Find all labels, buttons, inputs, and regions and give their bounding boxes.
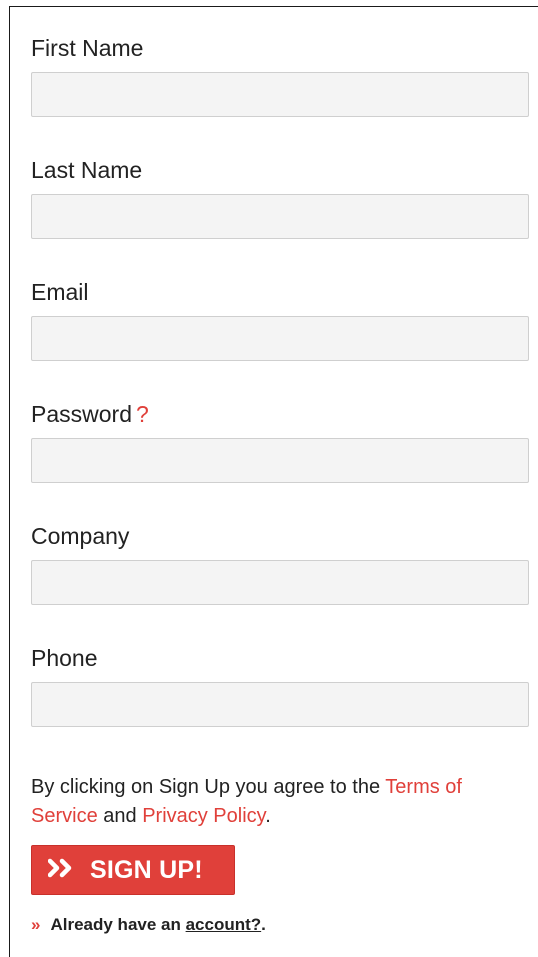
privacy-policy-link[interactable]: Privacy Policy: [142, 805, 265, 827]
login-prompt-suffix: .: [261, 915, 266, 934]
terms-prefix: By clicking on Sign Up you agree to the: [31, 776, 386, 798]
last-name-label: Last Name: [31, 157, 143, 183]
email-field: Email: [31, 278, 529, 361]
terms-middle: and: [97, 805, 143, 827]
sign-up-button[interactable]: SIGN UP!: [31, 845, 235, 895]
account-login-link[interactable]: account?: [186, 915, 262, 934]
first-name-input[interactable]: [31, 72, 529, 117]
login-prompt-prefix: Already have an: [50, 915, 186, 934]
phone-input[interactable]: [31, 682, 529, 727]
last-name-input[interactable]: [31, 194, 529, 239]
email-input[interactable]: [31, 316, 529, 361]
phone-label: Phone: [31, 645, 98, 671]
terms-notice: By clicking on Sign Up you agree to the …: [31, 773, 529, 831]
bullet-icon: »: [31, 915, 41, 934]
company-field: Company: [31, 522, 529, 605]
sign-up-button-label: SIGN UP!: [90, 855, 203, 884]
first-name-label: First Name: [31, 35, 144, 61]
password-help-icon[interactable]: ?: [136, 401, 149, 427]
password-label-row: Password?: [31, 400, 529, 428]
company-label: Company: [31, 523, 130, 549]
password-label: Password: [31, 401, 132, 427]
first-name-field: First Name: [31, 34, 529, 117]
double-chevron-right-icon: [47, 856, 78, 885]
password-field: Password?: [31, 400, 529, 483]
login-prompt: » Already have an account?.: [31, 915, 266, 935]
last-name-field: Last Name: [31, 156, 529, 239]
phone-field: Phone: [31, 644, 529, 727]
company-input[interactable]: [31, 560, 529, 605]
signup-panel: First Name Last Name Email Password? Com…: [9, 6, 538, 957]
password-input[interactable]: [31, 438, 529, 483]
terms-suffix: .: [265, 805, 271, 827]
email-label: Email: [31, 279, 89, 305]
